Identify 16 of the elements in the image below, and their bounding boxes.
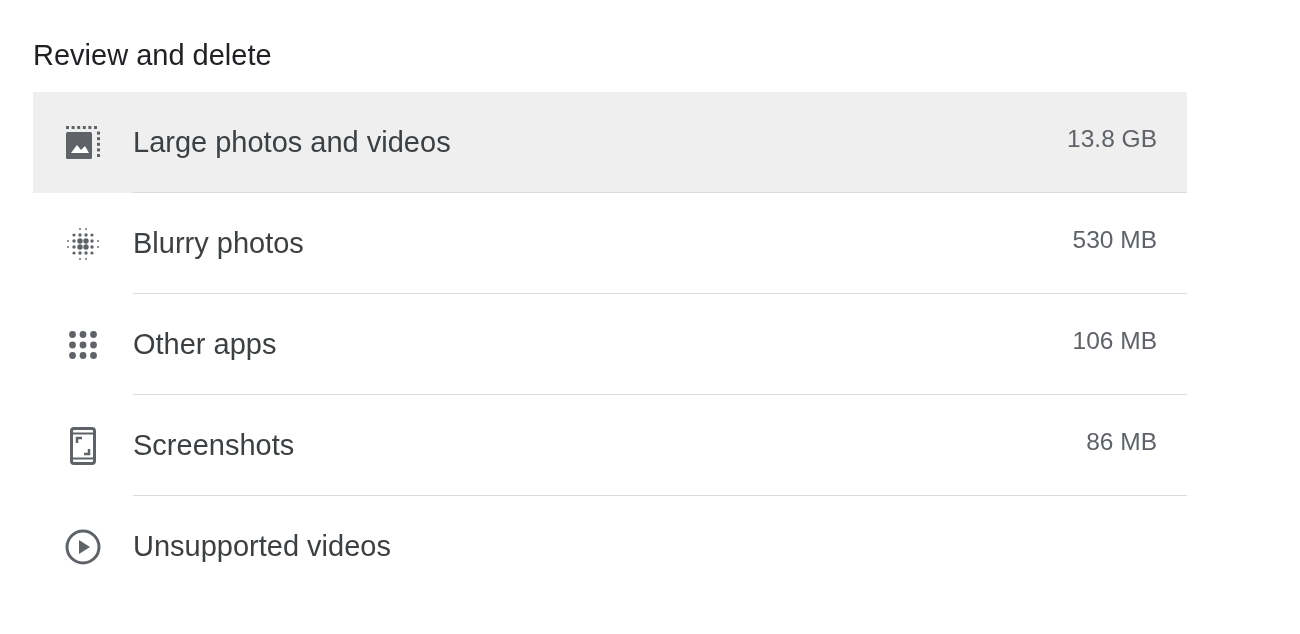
category-size: 106 MB (1072, 326, 1157, 355)
section-title: Review and delete (33, 38, 272, 72)
category-row[interactable]: Large photos and videos 13.8 GB (33, 92, 1187, 193)
category-label: Unsupported videos (133, 530, 391, 563)
category-size: 13.8 GB (1067, 124, 1157, 153)
category-label: Large photos and videos (133, 125, 451, 159)
apps-grid-icon (69, 330, 97, 359)
category-size: 530 MB (1072, 225, 1157, 254)
image-icon (66, 125, 100, 160)
category-label: Other apps (133, 327, 277, 361)
category-size: 86 MB (1086, 427, 1157, 456)
category-label: Screenshots (133, 428, 295, 462)
category-label: Blurry photos (133, 226, 304, 260)
play-circle-icon (65, 528, 101, 565)
blur-dots-icon (65, 225, 101, 262)
phone-screenshot-icon (70, 426, 96, 465)
